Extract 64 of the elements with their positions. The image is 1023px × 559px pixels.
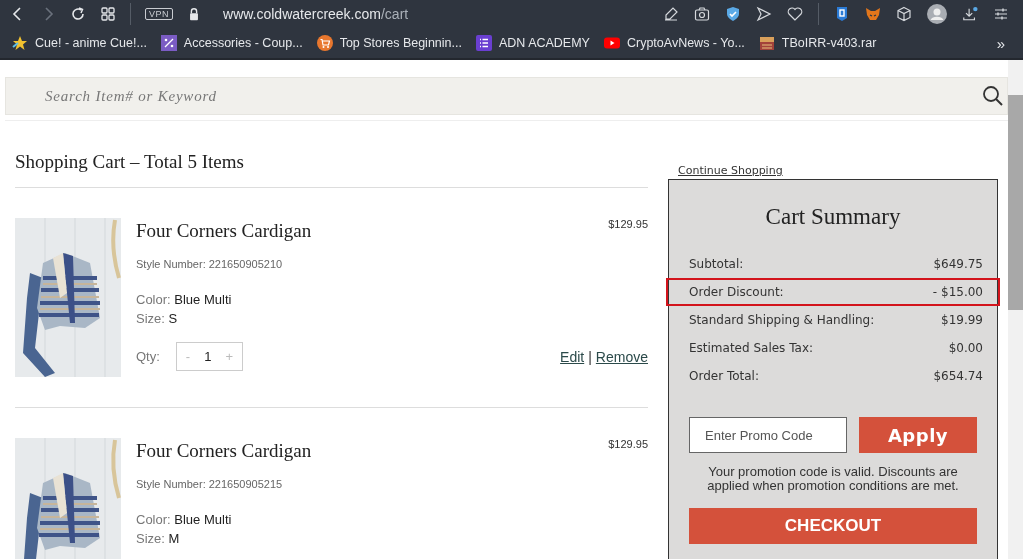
summary-value: $19.99 [941, 313, 983, 327]
cart-icon [316, 35, 333, 51]
bookmark-item[interactable]: ADN ACADEMY [475, 35, 590, 51]
style-number: Style Number: 221650905215 [136, 478, 284, 490]
summary-value: $0.00 [948, 341, 983, 355]
bookmark-item[interactable]: Top Stores Beginnin... [316, 35, 462, 51]
summary-value: $649.75 [933, 257, 983, 271]
download-icon[interactable] [962, 6, 978, 22]
bookmark-item[interactable]: Accessories - Coup... [160, 35, 303, 51]
quantity-stepper[interactable]: - 1 + [175, 342, 243, 371]
search-icon[interactable] [982, 85, 1004, 107]
settings-icon[interactable] [993, 6, 1009, 22]
continue-shopping-link[interactable]: Continue Shopping [678, 164, 998, 177]
play-icon [603, 35, 620, 51]
avatar-icon[interactable] [927, 4, 947, 24]
link-separator: | [588, 348, 592, 365]
bookmark-item[interactable]: CryptoAvNews - Yo... [603, 35, 745, 51]
lock-icon [187, 7, 201, 21]
product-price: $129.95 [608, 438, 648, 450]
grid-icon[interactable] [100, 6, 116, 22]
edit-link[interactable]: Edit [560, 348, 585, 365]
scrollbar[interactable] [1008, 60, 1023, 559]
star-icon [12, 35, 28, 51]
search-field[interactable]: Search Item# or Keyword [5, 77, 1008, 115]
product-size: Size: M [136, 531, 181, 546]
percent-icon [160, 35, 177, 51]
apply-button[interactable]: Apply [859, 417, 977, 453]
cube-icon[interactable] [896, 6, 912, 22]
summary-label: Order Discount: [689, 285, 784, 299]
shield-icon[interactable] [725, 6, 741, 22]
reload-icon[interactable] [70, 6, 86, 22]
edit-icon[interactable] [663, 6, 679, 22]
list-icon [475, 35, 492, 51]
product-name[interactable]: Four Corners Cardigan [136, 440, 312, 462]
vpn-badge[interactable]: VPN [145, 8, 173, 20]
summary-value: - $15.00 [932, 285, 983, 299]
summary-value: $654.74 [933, 369, 983, 383]
promo-message: Your promotion code is valid. Discounts are applied when promotion conditions are met. [706, 465, 960, 494]
product-price: $129.95 [608, 218, 648, 230]
promo-code-field[interactable]: Enter Promo Code [689, 417, 847, 453]
bookmark-item[interactable]: Cue! - anime Cue!... [12, 35, 147, 51]
camera-icon[interactable] [694, 6, 710, 22]
qty-label: Qty: [136, 349, 160, 364]
summary-label: Estimated Sales Tax: [689, 341, 814, 355]
summary-title: Cart Summary [764, 204, 902, 230]
extension-icon[interactable] [834, 6, 850, 22]
product-size: Size: S [136, 311, 179, 326]
send-icon[interactable] [756, 6, 772, 22]
address-bar[interactable]: www.coldwatercreek.com/cart [223, 6, 409, 22]
fox-icon[interactable] [865, 6, 881, 22]
heart-icon[interactable] [787, 6, 803, 22]
more-bookmarks-button[interactable]: » [996, 34, 1005, 52]
product-color: Color: Blue Multi [136, 512, 233, 527]
style-number: Style Number: 221650905210 [136, 258, 284, 270]
summary-label: Standard Shipping & Handling: [689, 313, 875, 327]
remove-link[interactable]: Remove [595, 348, 648, 365]
box-icon [758, 35, 775, 51]
summary-label: Order Total: [689, 369, 759, 383]
checkout-button[interactable]: CHECKOUT [689, 507, 977, 544]
cart-title: Shopping Cart – Total 5 Items [15, 121, 648, 188]
bookmark-item[interactable]: TBoIRR-v403.rar [758, 35, 877, 51]
product-color: Color: Blue Multi [136, 292, 233, 307]
summary-label: Subtotal: [689, 257, 744, 271]
product-name[interactable]: Four Corners Cardigan [136, 220, 312, 242]
